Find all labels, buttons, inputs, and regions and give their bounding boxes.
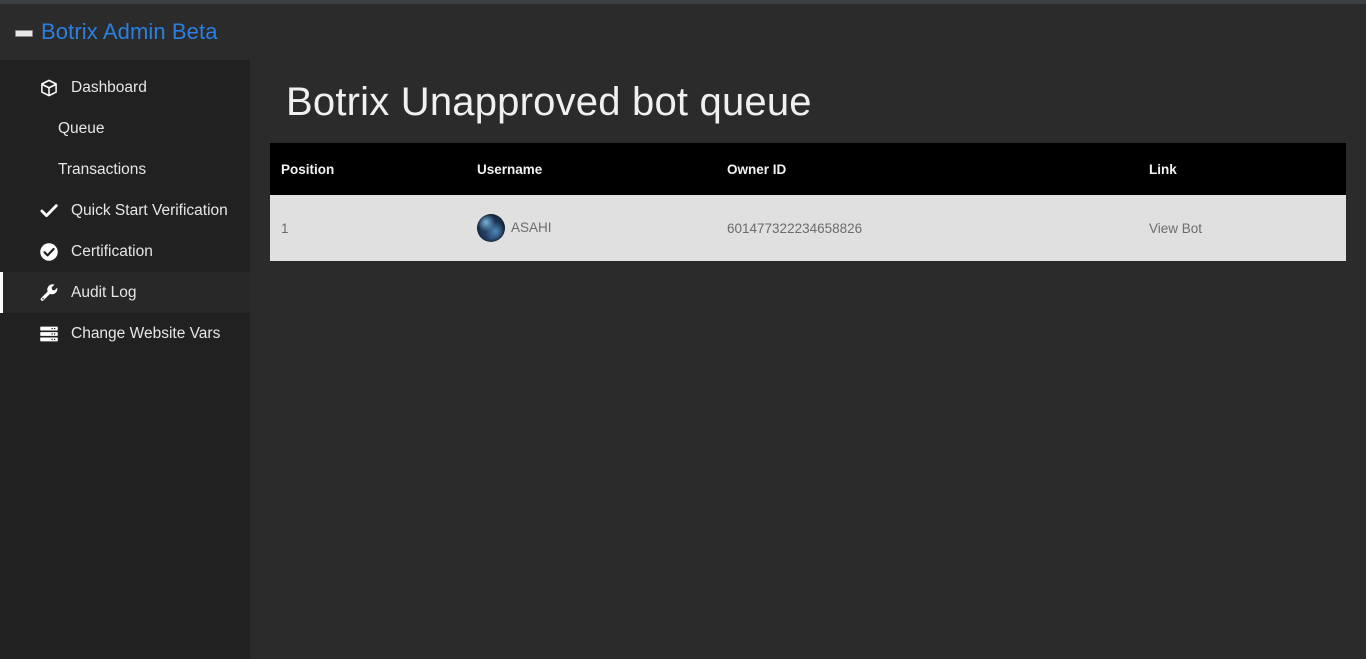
page-title: Botrix Unapproved bot queue — [286, 80, 812, 124]
wrench-icon — [39, 283, 59, 303]
column-header-username: Username — [477, 161, 543, 177]
sidebar-item-label: Certification — [71, 242, 153, 260]
queue-table-wrapper: Position Username Owner ID Link 1 ASAHI … — [270, 143, 1346, 261]
server-icon — [39, 324, 59, 344]
sidebar-item-label: Queue — [58, 119, 105, 137]
column-header-position: Position — [281, 161, 335, 177]
sidebar-item-label: Quick Start Verification — [71, 201, 228, 219]
view-bot-link[interactable]: View Bot — [1149, 221, 1202, 236]
table-row[interactable]: 1 ASAHI 601477322234658826 View Bot — [270, 195, 1346, 261]
cell-position: 1 — [281, 220, 289, 236]
table-body: 1 ASAHI 601477322234658826 View Bot — [270, 195, 1346, 261]
username-group: ASAHI — [477, 214, 716, 242]
column-header-link: Link — [1149, 161, 1177, 177]
box-icon — [39, 78, 59, 98]
sidebar-item-quick-start-verification[interactable]: Quick Start Verification — [0, 190, 250, 231]
sidebar-item-queue[interactable]: Queue — [0, 108, 250, 149]
top-navbar: Botrix Admin Beta — [0, 4, 1366, 60]
sidebar-item-label: Audit Log — [71, 283, 137, 301]
cell-username: ASAHI — [466, 195, 716, 261]
cell-owner-id: 601477322234658826 — [727, 220, 863, 236]
unapproved-bot-queue-table: Position Username Owner ID Link 1 ASAHI … — [270, 143, 1346, 261]
column-header-owner-id: Owner ID — [727, 161, 787, 177]
sidebar-item-transactions[interactable]: Transactions — [0, 149, 250, 190]
sidebar-item-label: Dashboard — [71, 78, 147, 96]
brand-title: Botrix Admin Beta — [41, 19, 218, 44]
sidebar-item-audit-log[interactable]: Audit Log — [0, 272, 250, 313]
table-header-row: Position Username Owner ID Link — [270, 143, 1346, 195]
check-circle-icon — [39, 242, 59, 262]
username-label: ASAHI — [511, 220, 552, 236]
minimize-bar-icon — [14, 25, 33, 39]
sidebar: Dashboard Queue Transactions Quick Start… — [0, 60, 250, 659]
sidebar-item-dashboard[interactable]: Dashboard — [0, 67, 250, 108]
table-header: Position Username Owner ID Link — [270, 143, 1346, 195]
sidebar-item-label: Change Website Vars — [71, 324, 221, 342]
check-icon — [39, 201, 59, 221]
sidebar-item-change-website-vars[interactable]: Change Website Vars — [0, 313, 250, 354]
avatar — [477, 214, 505, 242]
brand-link[interactable]: Botrix Admin Beta — [14, 21, 218, 43]
sidebar-item-certification[interactable]: Certification — [0, 231, 250, 272]
cell-link: View Bot — [1138, 195, 1346, 261]
sidebar-item-label: Transactions — [58, 160, 147, 178]
main-content: Botrix Unapproved bot queue Position Use… — [250, 60, 1366, 659]
